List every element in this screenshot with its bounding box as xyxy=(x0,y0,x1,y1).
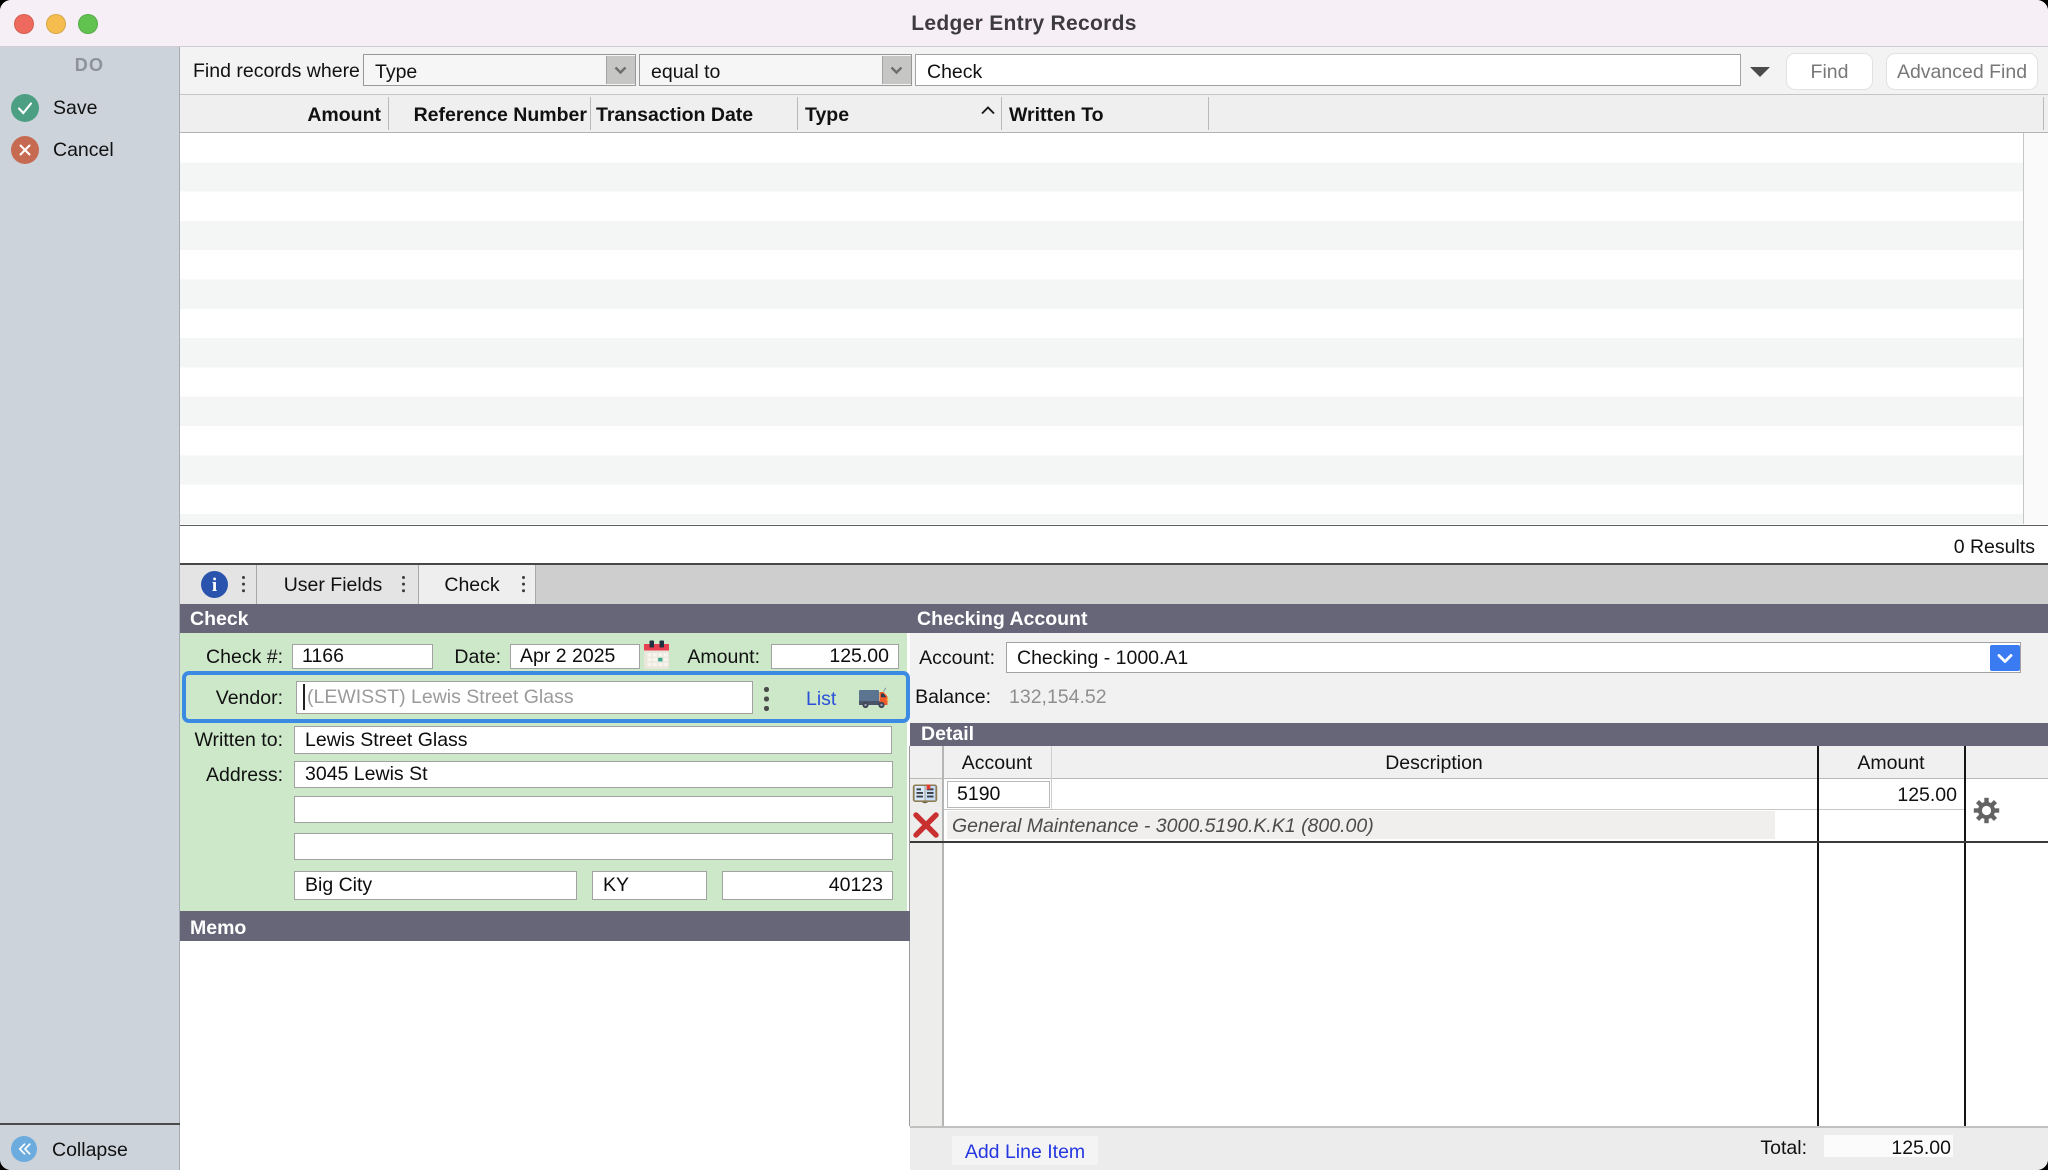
svg-text:i: i xyxy=(211,575,216,596)
